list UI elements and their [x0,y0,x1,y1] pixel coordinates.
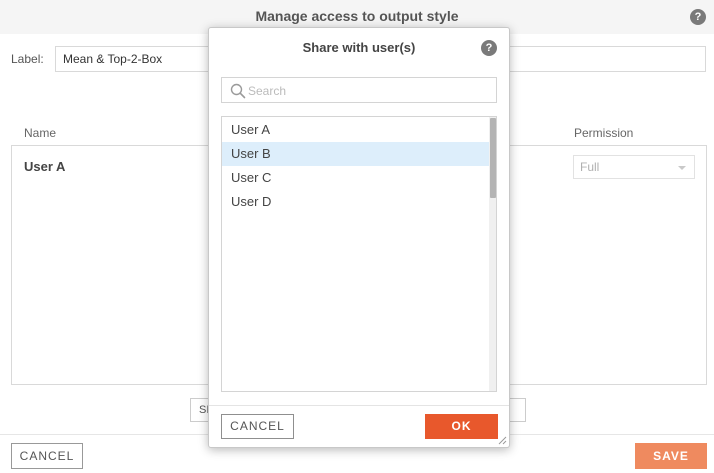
permission-value: Full [580,160,600,174]
search-input[interactable] [248,81,488,101]
save-button[interactable]: SAVE [635,443,707,469]
list-item[interactable]: User B [222,142,489,166]
share-with-users-modal: Share with user(s) ? User A User B User … [208,27,510,448]
modal-title: Share with user(s) [302,40,416,55]
table-row-user-name: User A [24,159,66,174]
dialog-title: Manage access to output style [255,8,459,24]
help-icon[interactable]: ? [690,9,706,25]
scrollbar[interactable] [489,117,496,391]
cancel-button[interactable]: CANCEL [11,443,83,469]
list-item[interactable]: User C [222,166,489,190]
chevron-down-icon [678,166,686,170]
label-caption: Label: [11,52,44,66]
resize-grip-icon[interactable] [497,435,507,445]
help-icon[interactable]: ? [481,40,497,56]
search-icon [230,83,246,99]
column-header-name: Name [24,126,57,140]
list-item[interactable]: User A [222,118,489,142]
list-item[interactable]: User D [222,190,489,214]
modal-cancel-button[interactable]: CANCEL [221,414,294,439]
scrollbar-thumb[interactable] [490,118,496,198]
user-list: User A User B User C User D [221,116,497,392]
modal-footer-divider [209,405,509,406]
search-box [221,77,497,103]
column-header-permission: Permission [574,126,634,140]
permission-select[interactable]: Full [573,155,695,179]
ok-button[interactable]: OK [425,414,498,439]
